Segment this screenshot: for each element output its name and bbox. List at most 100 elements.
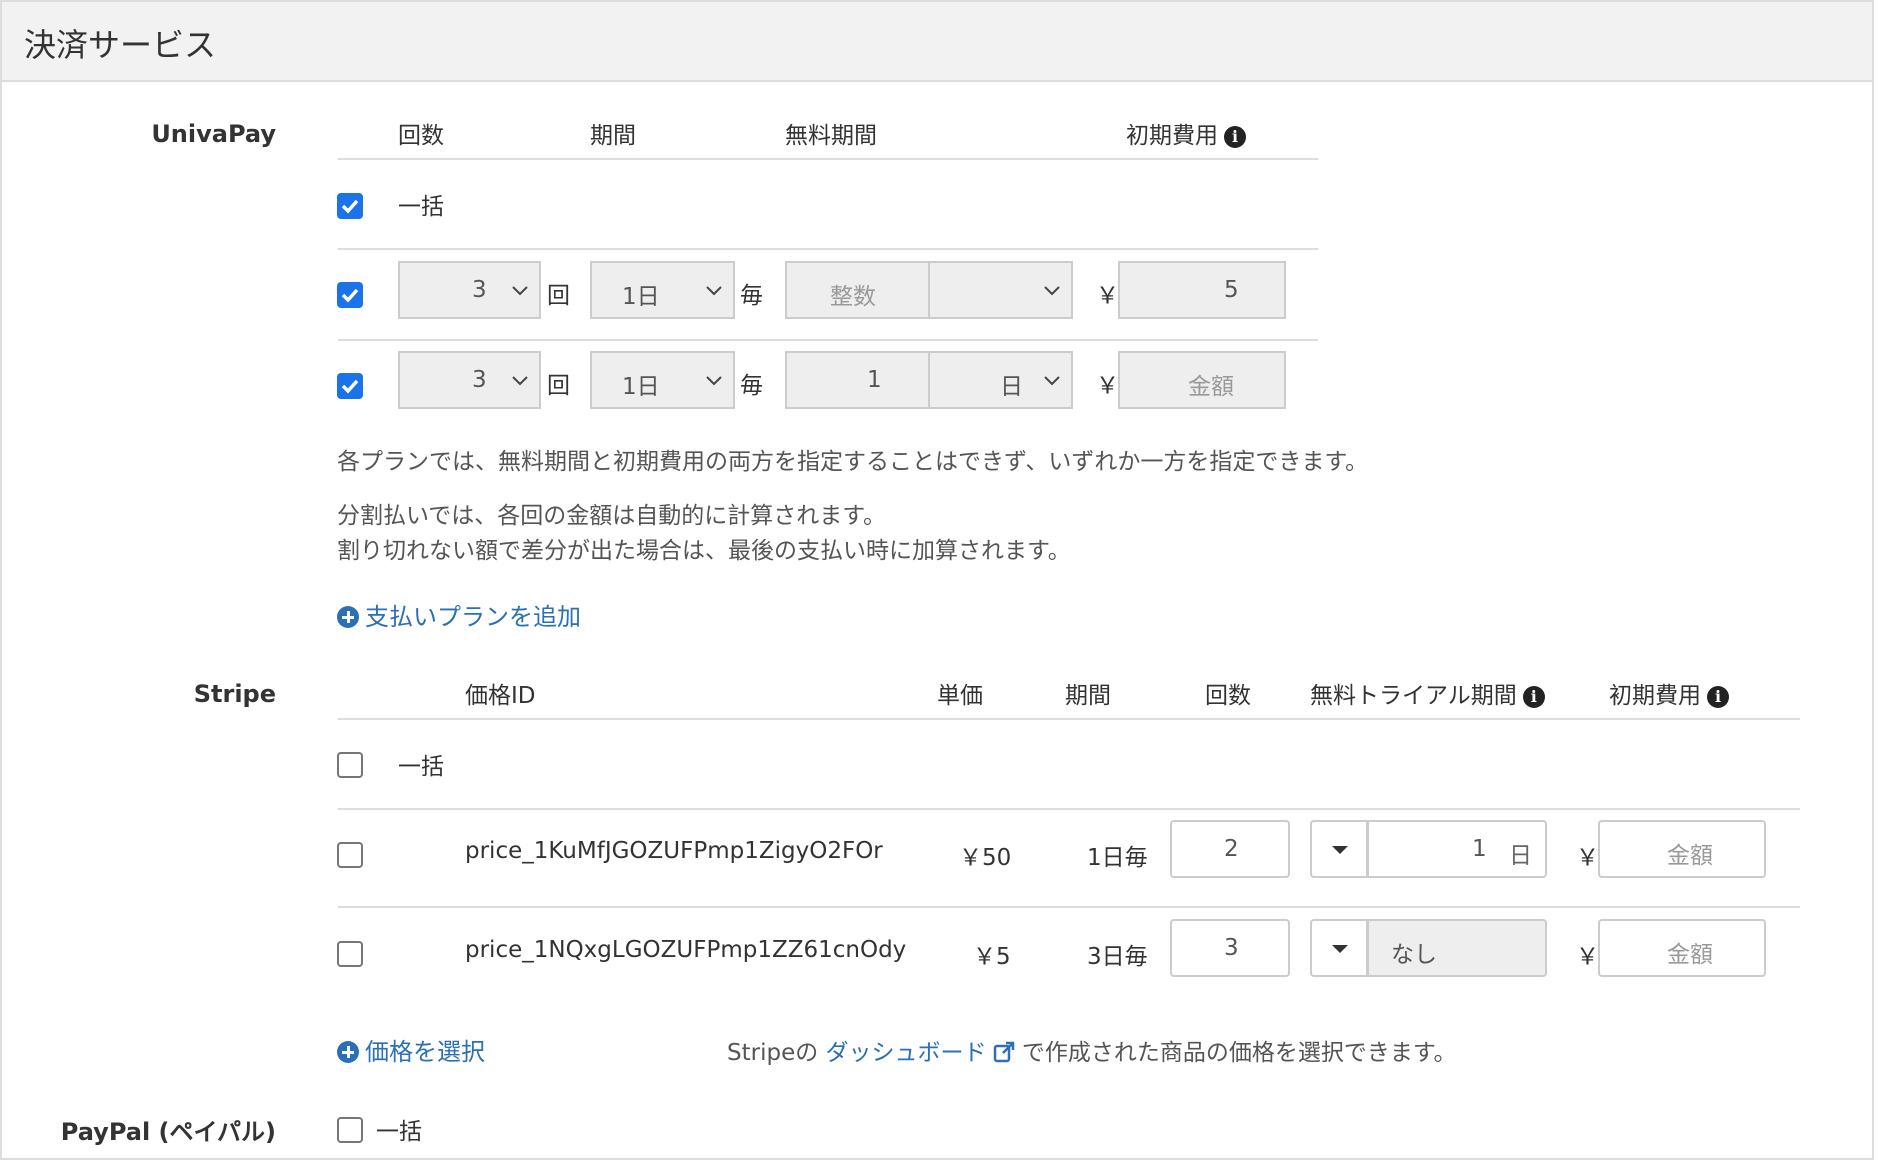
info-icon[interactable]: i	[1707, 686, 1729, 708]
stripe-price-2-period: 3日毎	[1087, 944, 1148, 970]
stripe-header-initial-fee: 初期費用 i	[1609, 676, 1729, 710]
plus-circle-icon	[337, 1041, 359, 1063]
univapay-plan-1-count-select[interactable]: 3	[398, 261, 541, 319]
count-unit: 回	[547, 283, 570, 309]
currency-symbol: ￥	[1096, 373, 1119, 399]
stripe-price-2-fee-input[interactable]: 金額	[1598, 919, 1766, 977]
stripe-lump-checkbox[interactable]	[337, 752, 363, 778]
univapay-plan-1-free-value-input[interactable]: 整数	[785, 261, 929, 319]
paypal-lump-label: 一括	[376, 1119, 422, 1145]
period-unit: 毎	[740, 283, 763, 309]
count-value: 3	[472, 277, 487, 303]
stripe-price-2-count-input[interactable]: 3	[1170, 919, 1290, 977]
stripe-header-unit-price: 単価	[937, 683, 983, 709]
univapay-header-divider	[338, 158, 1318, 160]
stripe-price-1-unit-price: ￥50	[959, 845, 1012, 871]
select-price-text: 価格を選択	[365, 1038, 485, 1066]
stripe-hint-suffix: で作成された商品の価格を選択できます。	[1021, 1040, 1457, 1066]
univapay-note-installment: 分割払いでは、各回の金額は自動的に計算されます。	[337, 503, 887, 529]
plus-circle-icon	[337, 606, 359, 628]
period-value: 1日	[622, 284, 660, 310]
univapay-plan-2-period-select[interactable]: 1日	[590, 351, 735, 409]
fee-placeholder: 金額	[1667, 843, 1713, 869]
free-unit-value: 日	[1000, 374, 1023, 400]
univapay-plan-2-fee-input[interactable]: 金額	[1118, 351, 1286, 409]
stripe-header-free-trial: 無料トライアル期間 i	[1310, 676, 1545, 710]
univapay-label: UnivaPay	[151, 120, 276, 148]
dashboard-link[interactable]: ダッシュボード	[826, 1040, 1015, 1066]
stripe-price-2-trial-dropdown[interactable]	[1310, 919, 1368, 977]
univapay-row-divider	[338, 248, 1318, 250]
free-value-placeholder: 整数	[830, 284, 876, 310]
univapay-plan-1-free-unit-select[interactable]	[928, 261, 1073, 319]
trial-unit: 日	[1509, 843, 1532, 869]
stripe-row-divider	[338, 906, 1800, 908]
univapay-plan-2-count-select[interactable]: 3	[398, 351, 541, 409]
trial-value: なし	[1391, 942, 1437, 968]
univapay-lump-label: 一括	[398, 194, 444, 220]
stripe-price-1-period: 1日毎	[1087, 845, 1148, 871]
payment-services-panel: 決済サービス UnivaPay 回数 期間 無料期間 初期費用 i 一括 3 回 …	[0, 0, 1874, 1160]
stripe-hint-prefix: Stripeの	[727, 1040, 819, 1066]
paypal-lump-checkbox[interactable]	[337, 1117, 363, 1143]
panel-header: 決済サービス	[2, 2, 1872, 82]
univapay-row-divider	[338, 339, 1318, 341]
free-value: 1	[867, 367, 882, 393]
count-unit: 回	[547, 373, 570, 399]
fee-placeholder: 金額	[1667, 942, 1713, 968]
stripe-price-1-trial-dropdown[interactable]	[1310, 820, 1368, 878]
count-value: 3	[1224, 935, 1239, 961]
currency-symbol: ￥	[1576, 845, 1599, 871]
currency-symbol: ￥	[1096, 283, 1119, 309]
univapay-plan-2-free-value-input[interactable]: 1	[785, 351, 929, 409]
univapay-header-initial-fee: 初期費用 i	[1126, 116, 1246, 150]
chevron-down-icon	[706, 286, 722, 296]
paypal-label: PayPal (ペイパル)	[60, 1118, 276, 1146]
univapay-note-rounding: 割り切れない額で差分が出た場合は、最後の支払い時に加算されます。	[337, 538, 1071, 564]
stripe-header-price-id: 価格ID	[465, 683, 536, 709]
univapay-plan-1-fee-input[interactable]: 5	[1118, 261, 1286, 319]
stripe-header-initial-fee-text: 初期費用	[1609, 683, 1701, 709]
stripe-price-1-trial-input[interactable]: 1 日	[1367, 820, 1547, 878]
chevron-down-icon	[706, 376, 722, 386]
count-value: 2	[1224, 836, 1239, 862]
stripe-price-1-fee-input[interactable]: 金額	[1598, 820, 1766, 878]
stripe-price-2-id: price_1NQxgLGOZUFPmp1ZZ61cnOdy	[465, 937, 907, 963]
stripe-label: Stripe	[193, 680, 276, 708]
stripe-header-divider	[338, 718, 1800, 720]
univapay-plan-2-free-unit-select[interactable]: 日	[928, 351, 1073, 409]
info-icon[interactable]: i	[1522, 686, 1545, 708]
stripe-price-2-unit-price: ￥5	[973, 944, 1011, 970]
select-price-link[interactable]: 価格を選択	[337, 1032, 485, 1067]
fee-placeholder: 金額	[1188, 374, 1234, 400]
panel-title: 決済サービス	[24, 26, 217, 64]
period-value: 1日	[622, 374, 660, 400]
stripe-header-count: 回数	[1205, 683, 1251, 709]
univapay-plan-1-checkbox[interactable]	[337, 282, 363, 308]
stripe-price-1-count-input[interactable]: 2	[1170, 820, 1290, 878]
count-value: 3	[472, 367, 487, 393]
univapay-header-period: 期間	[590, 123, 636, 149]
univapay-lump-checkbox[interactable]	[337, 193, 363, 219]
check-icon	[341, 288, 359, 303]
currency-symbol: ￥	[1576, 944, 1599, 970]
info-icon[interactable]: i	[1224, 126, 1246, 148]
check-icon	[341, 379, 359, 394]
stripe-price-1-checkbox[interactable]	[337, 842, 363, 868]
chevron-down-icon	[1044, 286, 1060, 296]
chevron-down-icon	[1044, 376, 1060, 386]
univapay-header-initial-fee-text: 初期費用	[1126, 123, 1218, 149]
stripe-price-2-checkbox[interactable]	[337, 941, 363, 967]
trial-value: 1	[1472, 836, 1487, 862]
univapay-note-exclusive: 各プランでは、無料期間と初期費用の両方を指定することはできず、いずれか一方を指定…	[337, 449, 1369, 475]
stripe-row-divider	[338, 808, 1800, 810]
stripe-price-2-trial-input[interactable]: なし	[1367, 919, 1547, 977]
stripe-price-1-id: price_1KuMfJGOZUFPmp1ZigyO2FOr	[465, 838, 883, 864]
add-plan-link[interactable]: 支払いプランを追加	[337, 597, 581, 632]
univapay-plan-1-period-select[interactable]: 1日	[590, 261, 735, 319]
stripe-lump-label: 一括	[398, 754, 444, 780]
stripe-hint: Stripeの ダッシュボード で作成された商品の価格を選択できます。	[727, 1033, 1457, 1067]
dashboard-link-text: ダッシュボード	[825, 1040, 987, 1066]
fee-value: 5	[1224, 277, 1239, 303]
univapay-plan-2-checkbox[interactable]	[337, 373, 363, 399]
